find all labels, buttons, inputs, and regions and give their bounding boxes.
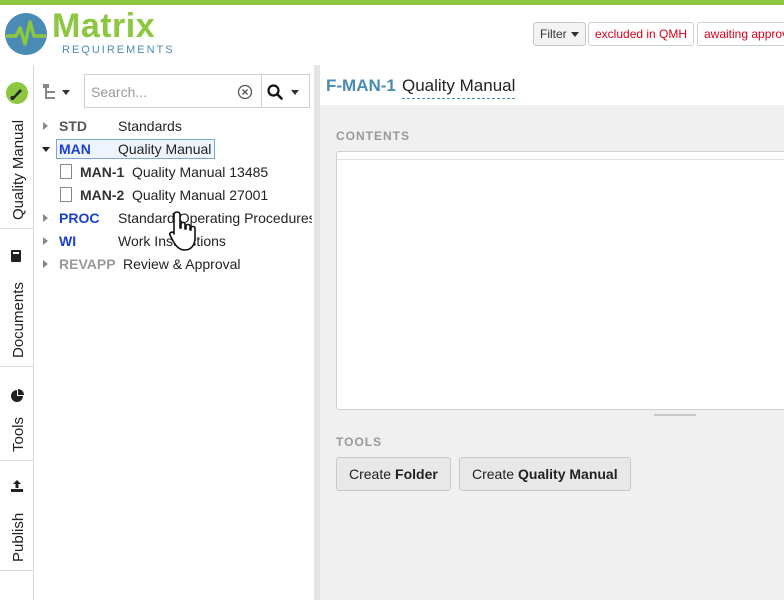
tree-item-label: Quality Manual bbox=[118, 141, 212, 157]
filter-tag-awaiting[interactable]: awaiting approval bbox=[697, 22, 784, 46]
main-panel: F-MAN-1 Quality Manual CONTENTS TOOLS Cr… bbox=[320, 65, 784, 600]
expand-icon[interactable] bbox=[43, 260, 48, 268]
tree-item-revapp[interactable]: REVAPP Review & Approval bbox=[42, 254, 302, 274]
item-header: F-MAN-1 Quality Manual bbox=[320, 65, 784, 105]
expand-icon[interactable] bbox=[43, 237, 48, 245]
create-folder-button[interactable]: Create Folder bbox=[336, 457, 451, 491]
rail-tab-quality-manual[interactable]: Quality Manual bbox=[0, 65, 33, 229]
rail-tab-documents[interactable]: Documents bbox=[0, 229, 33, 367]
tree-item-code: REVAPP bbox=[59, 256, 116, 272]
contents-divider bbox=[337, 159, 784, 160]
pie-chart-icon bbox=[11, 389, 24, 402]
tree-item-code: MAN bbox=[59, 141, 91, 157]
logo-subtitle: REQUIREMENTS bbox=[62, 44, 175, 56]
search-divider bbox=[261, 75, 262, 107]
app-header: Matrix REQUIREMENTS Filter excluded in Q… bbox=[0, 5, 784, 65]
tree-item-code: PROC bbox=[59, 210, 100, 226]
tree-item-man[interactable]: MAN Quality Manual bbox=[42, 139, 302, 159]
rail-tab-publish[interactable]: Publish bbox=[0, 461, 33, 571]
matrix-logo-icon bbox=[5, 13, 47, 55]
tree-item-man-2[interactable]: MAN-2 Quality Manual 27001 bbox=[58, 185, 308, 205]
rail-tab-label: Tools bbox=[10, 416, 27, 452]
search-button[interactable] bbox=[267, 83, 305, 101]
button-bold-label: Folder bbox=[395, 466, 438, 482]
tree-item-man-1[interactable]: MAN-1 Quality Manual 13485 bbox=[58, 162, 308, 182]
filter-label: Filter bbox=[540, 27, 567, 41]
item-title[interactable]: Quality Manual bbox=[402, 76, 516, 99]
tree-panel: STD Standards MAN Quality Manual MAN-1 Q… bbox=[34, 65, 314, 600]
brush-icon bbox=[6, 82, 28, 104]
create-quality-manual-button[interactable]: Create Quality Manual bbox=[459, 457, 631, 491]
expand-icon[interactable] bbox=[43, 122, 48, 130]
rail-tab-tools[interactable]: Tools bbox=[0, 367, 33, 461]
chevron-down-icon bbox=[62, 89, 70, 95]
tree-item-code: MAN-1 bbox=[80, 164, 125, 180]
tree-item-code: MAN-2 bbox=[80, 187, 125, 203]
chevron-down-icon bbox=[291, 89, 299, 95]
search-input[interactable] bbox=[91, 81, 231, 103]
filter-tag-excluded[interactable]: excluded in QMH bbox=[588, 22, 695, 46]
tree-item-label: Standards bbox=[118, 118, 182, 134]
search-icon bbox=[267, 84, 283, 100]
rail-tab-label: Documents bbox=[10, 282, 27, 358]
expand-icon[interactable] bbox=[43, 214, 48, 222]
contents-area[interactable] bbox=[336, 151, 784, 410]
tools-label: TOOLS bbox=[336, 435, 383, 449]
clear-search-icon[interactable] bbox=[237, 84, 253, 100]
tree-item-code: WI bbox=[59, 233, 77, 249]
contents-label: CONTENTS bbox=[336, 129, 410, 143]
tree-structure-icon bbox=[43, 84, 55, 99]
tree-item-std[interactable]: STD Standards bbox=[42, 116, 302, 136]
collapse-icon[interactable] bbox=[42, 147, 50, 152]
book-icon bbox=[11, 250, 21, 262]
rail-tab-label: Quality Manual bbox=[10, 119, 27, 220]
rail-tab-label: Publish bbox=[10, 512, 27, 562]
side-rail: Quality Manual Documents Tools Publish bbox=[0, 65, 34, 600]
hand-cursor-icon bbox=[169, 211, 196, 251]
item-id: F-MAN-1 bbox=[326, 76, 396, 95]
tree-item-label: Standard Operating Procedures bbox=[118, 210, 312, 226]
search-box bbox=[84, 74, 310, 108]
filter-button[interactable]: Filter bbox=[533, 22, 586, 46]
resize-grip[interactable] bbox=[654, 414, 696, 417]
tree-view-toggle[interactable] bbox=[42, 80, 82, 104]
upload-icon bbox=[11, 480, 23, 492]
tree-item-label: Review & Approval bbox=[123, 256, 241, 272]
tree-item-code: STD bbox=[59, 118, 87, 134]
tree-item-label: Quality Manual 13485 bbox=[132, 164, 269, 180]
button-prefix: Create bbox=[349, 466, 392, 482]
button-bold-label: Quality Manual bbox=[518, 466, 618, 482]
document-icon bbox=[60, 187, 72, 202]
document-icon bbox=[60, 164, 72, 179]
button-prefix: Create bbox=[472, 466, 515, 482]
chevron-down-icon bbox=[570, 31, 579, 37]
logo-wordmark: Matrix bbox=[52, 7, 156, 45]
tree-item-label: Quality Manual 27001 bbox=[132, 187, 269, 203]
